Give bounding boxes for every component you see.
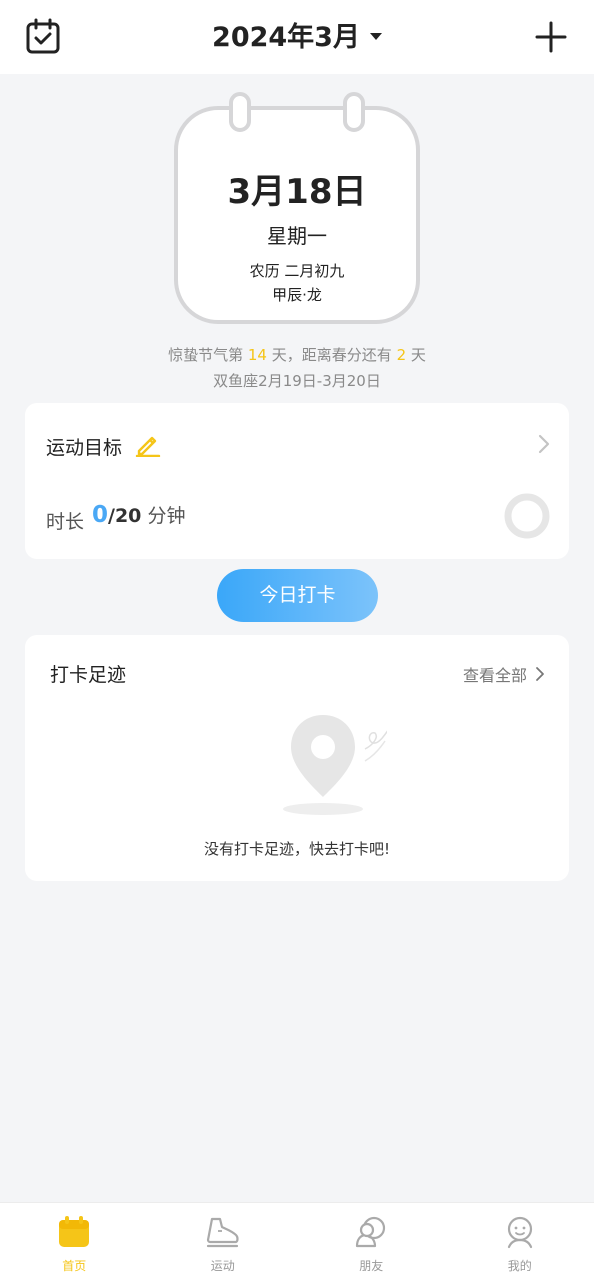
view-all-link[interactable]: 查看全部 [463,662,545,686]
nav-item-home[interactable]: 首页 [0,1203,149,1280]
footprint-title: 打卡足迹 [50,664,127,686]
duration-label: 时长 [46,511,85,533]
nav-label-sport: 运动 [210,1259,235,1273]
view-all-label: 查看全部 [462,666,527,685]
nav-label-friends: 朋友 [359,1259,384,1273]
profile-icon [507,1216,532,1249]
next-term-days: 2 [396,346,407,364]
plus-icon[interactable] [532,18,570,56]
pencil-icon[interactable] [135,431,161,457]
solar-term-info: 惊蛰节气第 14 天，距离春分还有 2 天 [0,344,594,365]
zodiac-info: 双鱼座2月19日-3月20日 [213,372,381,390]
ganzhi-text: 甲辰·龙 [272,286,322,304]
calendar-icon [59,1216,90,1247]
friends-icon [356,1216,386,1248]
nav-label-me: 我的 [507,1259,532,1273]
duration-value: 0/20 分钟 [92,501,185,528]
chevron-right-icon [536,667,544,681]
solar-term-prefix: 惊蛰节气第 [168,346,244,364]
date-text: 3月18日 [227,172,367,212]
weekday-text: 星期一 [267,224,327,248]
map-pin-illustration-icon [283,715,387,815]
duration-target: /20 [108,505,142,527]
duration-unit: 分钟 [147,505,186,527]
nav-item-me[interactable]: 我的 [446,1203,594,1280]
checkin-button[interactable]: 今日打卡 [217,569,378,622]
binder-ring-right [343,92,365,132]
solar-term-suffix: 天 [410,346,426,364]
lunar-date-text: 农历 二月初九 [249,262,345,280]
chevron-right-icon[interactable] [537,433,551,455]
caret-down-icon [369,32,382,40]
binder-ring-left [229,92,251,132]
empty-state-text: 没有打卡足迹，快去打卡吧! [203,840,390,858]
month-title: 2024年3月 [212,22,360,53]
footprint-card: 打卡足迹 查看全部 没有打卡足迹，快去打卡吧! [25,635,569,881]
nav-item-sport[interactable]: 运动 [149,1203,298,1280]
bottom-nav: 首页 运动 朋友 我的 [0,1202,594,1280]
nav-item-friends[interactable]: 朋友 [297,1203,446,1280]
month-selector[interactable]: 2024年3月 [0,18,594,58]
top-bar: 2024年3月 [0,0,594,74]
solar-term-mid: 天，距离春分还有 [271,346,392,364]
goal-title: 运动目标 [46,437,123,459]
app-screen: 2024年3月 3月18日 星期一 农历 二月初九 甲辰·龙 惊蛰节气第 14 … [0,0,594,1280]
date-card: 3月18日 星期一 农历 二月初九 甲辰·龙 [174,106,420,324]
exercise-goal-card[interactable]: 运动目标 时长 0/20 分钟 [25,403,569,559]
solar-term-days: 14 [247,346,267,364]
nav-label-home: 首页 [62,1259,87,1273]
sneaker-icon [206,1217,239,1248]
progress-ring [504,493,550,539]
duration-current: 0 [92,502,109,528]
